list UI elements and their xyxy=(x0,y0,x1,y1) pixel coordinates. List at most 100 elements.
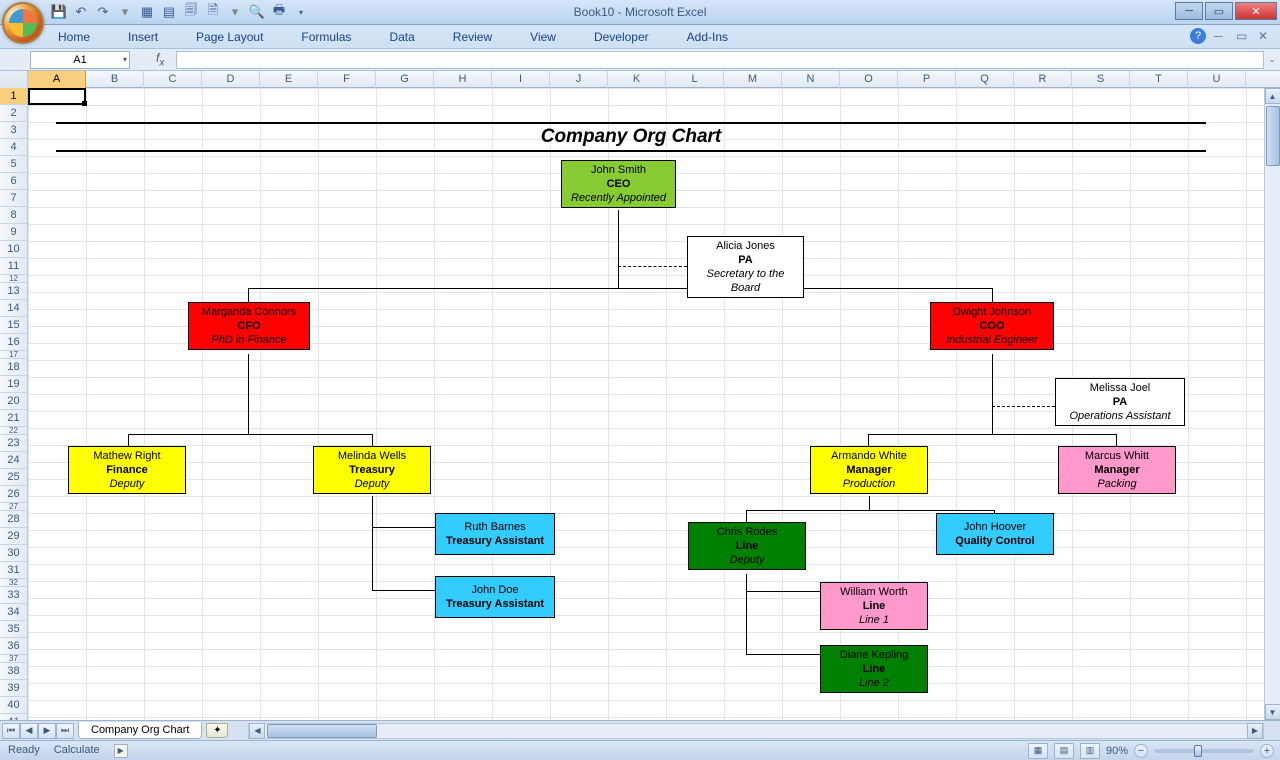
scroll-left-button[interactable]: ◀ xyxy=(249,723,265,739)
row-header[interactable]: 27 xyxy=(0,503,28,511)
row-header[interactable]: 25 xyxy=(0,469,28,486)
row-header[interactable]: 8 xyxy=(0,207,28,224)
org-node-treasury-assistant-2[interactable]: John DoeTreasury Assistant xyxy=(435,576,555,618)
qat-icon-1[interactable]: ▦ xyxy=(138,3,156,21)
first-sheet-button[interactable]: ⏮ xyxy=(2,723,20,739)
org-node-line-1[interactable]: William WorthLineLine 1 xyxy=(820,582,928,630)
org-node-treasury[interactable]: Melinda WellsTreasuryDeputy xyxy=(313,446,431,494)
print-preview-icon[interactable]: 🔍 xyxy=(248,3,266,21)
row-header[interactable]: 14 xyxy=(0,300,28,317)
tab-formulas[interactable]: Formulas xyxy=(291,27,361,48)
expand-formula-bar-icon[interactable]: ⌄ xyxy=(1268,54,1276,65)
org-node-line-2[interactable]: Diane KeplingLineLine 2 xyxy=(820,645,928,693)
tab-view[interactable]: View xyxy=(520,27,566,48)
row-header[interactable]: 40 xyxy=(0,697,28,714)
zoom-out-button[interactable]: − xyxy=(1134,744,1148,758)
row-header[interactable]: 30 xyxy=(0,545,28,562)
qat-icon-4[interactable]: 🗎 xyxy=(204,3,222,21)
column-header[interactable]: Q xyxy=(956,71,1014,88)
column-header[interactable]: P xyxy=(898,71,956,88)
row-header[interactable]: 32 xyxy=(0,579,28,587)
row-header[interactable]: 11 xyxy=(0,258,28,275)
org-node-pa-ops[interactable]: Melissa JoelPAOperations Assistant xyxy=(1055,378,1185,426)
row-header[interactable]: 37 xyxy=(0,655,28,663)
column-header[interactable]: H xyxy=(434,71,492,88)
row-header[interactable]: 26 xyxy=(0,486,28,503)
scroll-right-button[interactable]: ▶ xyxy=(1247,723,1263,739)
column-header[interactable]: U xyxy=(1188,71,1246,88)
row-header[interactable]: 15 xyxy=(0,317,28,334)
column-header[interactable]: N xyxy=(782,71,840,88)
column-header[interactable]: M xyxy=(724,71,782,88)
row-header[interactable]: 2 xyxy=(0,105,28,122)
page-layout-view-button[interactable]: ▤ xyxy=(1054,743,1074,759)
zoom-level[interactable]: 90% xyxy=(1106,745,1128,757)
row-header[interactable]: 31 xyxy=(0,562,28,579)
tab-home[interactable]: Home xyxy=(48,27,100,48)
page-break-view-button[interactable]: ▥ xyxy=(1080,743,1100,759)
row-header[interactable]: 24 xyxy=(0,452,28,469)
org-node-ceo[interactable]: John SmithCEORecently Appointed xyxy=(561,160,676,208)
print-icon[interactable]: 🖶 xyxy=(270,3,288,21)
row-header[interactable]: 18 xyxy=(0,359,28,376)
minimize-ribbon-icon[interactable]: ─ xyxy=(1214,29,1228,43)
column-header[interactable]: F xyxy=(318,71,376,88)
formula-input[interactable] xyxy=(176,51,1264,69)
column-header[interactable]: K xyxy=(608,71,666,88)
qat-icon-3[interactable]: 🗐 xyxy=(182,3,200,21)
grid[interactable]: Company Org Chart John SmithCEORecently … xyxy=(28,88,1264,720)
column-header[interactable]: G xyxy=(376,71,434,88)
row-header[interactable]: 22 xyxy=(0,427,28,435)
office-button[interactable] xyxy=(2,2,44,44)
row-header[interactable]: 21 xyxy=(0,410,28,427)
column-header[interactable]: T xyxy=(1130,71,1188,88)
column-header[interactable]: R xyxy=(1014,71,1072,88)
scroll-down-button[interactable]: ▼ xyxy=(1265,704,1280,720)
row-header[interactable]: 1 xyxy=(0,88,28,105)
next-sheet-button[interactable]: ▶ xyxy=(38,723,56,739)
org-node-coo[interactable]: Dwight JohnsonCOOIndustrial Engineer xyxy=(930,302,1054,350)
row-header[interactable]: 4 xyxy=(0,139,28,156)
row-header[interactable]: 39 xyxy=(0,680,28,697)
row-header[interactable]: 13 xyxy=(0,283,28,300)
select-all-button[interactable] xyxy=(0,71,28,88)
row-header[interactable]: 36 xyxy=(0,638,28,655)
zoom-slider[interactable] xyxy=(1154,749,1254,753)
row-header[interactable]: 20 xyxy=(0,393,28,410)
row-header[interactable]: 17 xyxy=(0,351,28,359)
org-node-mgr-packing[interactable]: Marcus WhittManagerPacking xyxy=(1058,446,1176,494)
column-header[interactable]: J xyxy=(550,71,608,88)
row-header[interactable]: 10 xyxy=(0,241,28,258)
zoom-handle[interactable] xyxy=(1194,745,1202,757)
chevron-down-icon[interactable]: ▾ xyxy=(123,55,127,64)
qat-dropdown[interactable]: ▾ xyxy=(292,3,310,21)
scroll-up-button[interactable]: ▲ xyxy=(1265,88,1280,104)
tab-addins[interactable]: Add-Ins xyxy=(677,27,738,48)
tab-page-layout[interactable]: Page Layout xyxy=(186,27,273,48)
normal-view-button[interactable]: ▦ xyxy=(1028,743,1048,759)
row-header[interactable]: 34 xyxy=(0,604,28,621)
row-header[interactable]: 38 xyxy=(0,663,28,680)
redo-icon[interactable]: ↷ xyxy=(94,3,112,21)
column-header[interactable]: A xyxy=(28,71,86,88)
minimize-button[interactable]: ─ xyxy=(1175,2,1203,20)
worksheet-area[interactable]: 1234567891011121314151617181920212223242… xyxy=(0,88,1264,720)
column-header[interactable]: L xyxy=(666,71,724,88)
close-button[interactable]: ✕ xyxy=(1235,2,1277,20)
qat-icon-2[interactable]: ▤ xyxy=(160,3,178,21)
column-header[interactable]: C xyxy=(144,71,202,88)
tab-developer[interactable]: Developer xyxy=(584,27,659,48)
undo-icon[interactable]: ↶ xyxy=(72,3,90,21)
scroll-thumb[interactable] xyxy=(1266,106,1280,166)
close-workbook-icon[interactable]: ✕ xyxy=(1258,29,1272,43)
vertical-scrollbar[interactable]: ▲ ▼ xyxy=(1264,88,1280,720)
column-header[interactable]: D xyxy=(202,71,260,88)
name-box[interactable]: A1 ▾ xyxy=(30,51,130,69)
fx-icon[interactable]: fx xyxy=(156,51,164,68)
last-sheet-button[interactable]: ⏭ xyxy=(56,723,74,739)
column-header[interactable]: S xyxy=(1072,71,1130,88)
column-header[interactable]: O xyxy=(840,71,898,88)
tab-data[interactable]: Data xyxy=(379,27,424,48)
help-icon[interactable]: ? xyxy=(1190,28,1206,44)
row-header[interactable]: 7 xyxy=(0,190,28,207)
